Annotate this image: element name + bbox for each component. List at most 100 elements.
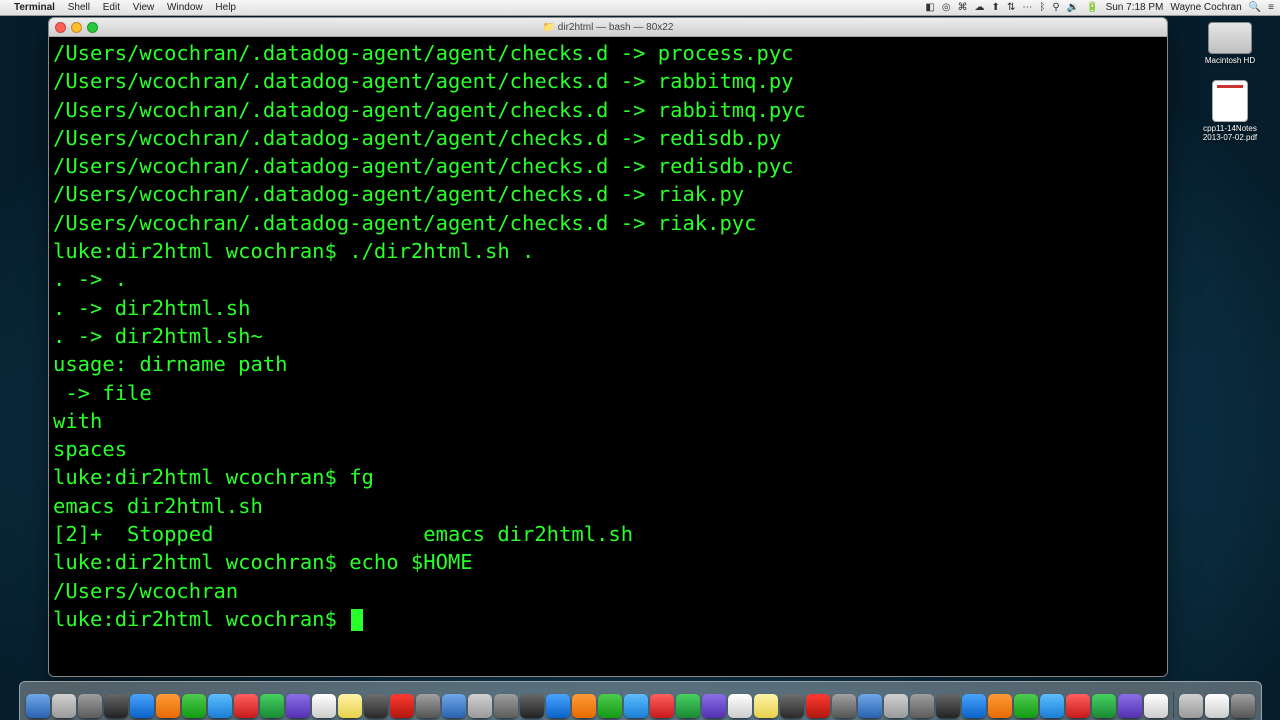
bluetooth-icon[interactable]: ᛒ xyxy=(1039,2,1045,13)
menuextra-icon[interactable]: ☁ xyxy=(975,2,985,13)
clock[interactable]: Sun 7:18 PM xyxy=(1106,2,1164,13)
dock xyxy=(19,681,1262,720)
dock-area xyxy=(0,682,1280,720)
dock-app-sublime[interactable] xyxy=(858,694,882,718)
terminal-content[interactable]: /Users/wcochran/.datadog-agent/agent/che… xyxy=(49,37,1167,676)
dock-app-twitter[interactable] xyxy=(338,694,362,718)
desktop-icon-label: Macintosh HD xyxy=(1198,56,1262,65)
dock-app-firefox[interactable] xyxy=(156,694,180,718)
menu-extras: ◧ ◎ ⌘ ☁ ⬆ ⇅ ⋯ ᛒ ⚲ 🔉 🔋 Sun 7:18 PM Wayne … xyxy=(925,2,1274,13)
menuextra-icon[interactable]: ⇅ xyxy=(1007,2,1015,13)
dock-app-kindle[interactable] xyxy=(1014,694,1038,718)
terminal-line: -> file xyxy=(53,379,1163,407)
dock-app-keynote[interactable] xyxy=(572,694,596,718)
terminal-line: /Users/wcochran/.datadog-agent/agent/che… xyxy=(53,209,1163,237)
minimize-button[interactable] xyxy=(71,22,82,33)
dock-app-chrome[interactable] xyxy=(182,694,206,718)
dock-app-disk[interactable] xyxy=(1092,694,1116,718)
menu-shell[interactable]: Shell xyxy=(68,2,90,13)
dock-app-steam[interactable] xyxy=(780,694,804,718)
dock-app-vlc[interactable] xyxy=(702,694,726,718)
desktop-icon-macintosh-hd[interactable]: Macintosh HD xyxy=(1198,22,1262,65)
battery-icon[interactable]: 🔋 xyxy=(1086,2,1098,13)
terminal-line: luke:dir2html wcochran$ fg xyxy=(53,463,1163,491)
window-title: 📁 dir2html — bash — 80x22 xyxy=(49,22,1167,33)
terminal-line: luke:dir2html wcochran$ xyxy=(53,605,1163,633)
window-titlebar[interactable]: 📁 dir2html — bash — 80x22 xyxy=(49,18,1167,37)
zoom-button[interactable] xyxy=(87,22,98,33)
dock-app-messages[interactable] xyxy=(208,694,232,718)
app-name[interactable]: Terminal xyxy=(14,2,55,13)
pdf-file-icon xyxy=(1212,80,1248,122)
dock-app-vscode[interactable] xyxy=(910,694,934,718)
terminal-line: with xyxy=(53,407,1163,435)
terminal-line: [2]+ Stopped emacs dir2html.sh xyxy=(53,520,1163,548)
dock-app-sourcetree[interactable] xyxy=(754,694,778,718)
menu-edit[interactable]: Edit xyxy=(103,2,120,13)
menuextra-icon[interactable]: ⌘ xyxy=(958,2,968,13)
terminal-line: . -> dir2html.sh xyxy=(53,294,1163,322)
dock-app-map[interactable] xyxy=(598,694,622,718)
terminal-line: /Users/wcochran/.datadog-agent/agent/che… xyxy=(53,67,1163,95)
menuextra-icon[interactable]: ⬆ xyxy=(992,2,1000,13)
terminal-line: /Users/wcochran xyxy=(53,577,1163,605)
dock-app-parallels[interactable] xyxy=(1118,694,1142,718)
spotlight-icon[interactable]: 🔍 xyxy=(1249,2,1261,13)
terminal-line: /Users/wcochran/.datadog-agent/agent/che… xyxy=(53,152,1163,180)
wifi-icon[interactable]: ⚲ xyxy=(1052,2,1059,13)
menuextra-icon[interactable]: ◧ xyxy=(925,2,934,13)
menu-help[interactable]: Help xyxy=(215,2,236,13)
dock-app-launchpad[interactable] xyxy=(52,694,76,718)
dock-app-photos[interactable] xyxy=(494,694,518,718)
proxy-icon[interactable]: 📁 xyxy=(543,22,555,33)
desktop-icon-pdf[interactable]: cpp11-14Notes 2013-07-02.pdf xyxy=(1198,80,1262,142)
dock-app-safari[interactable] xyxy=(130,694,154,718)
user-name[interactable]: Wayne Cochran xyxy=(1170,2,1241,13)
terminal-line: . -> . xyxy=(53,265,1163,293)
dock-app-pages[interactable] xyxy=(520,694,544,718)
terminal-line: emacs dir2html.sh xyxy=(53,492,1163,520)
notification-center-icon[interactable]: ≡ xyxy=(1268,2,1274,13)
dock-app-textmate[interactable] xyxy=(676,694,700,718)
window-controls xyxy=(55,22,98,33)
close-button[interactable] xyxy=(55,22,66,33)
dock-app-mail[interactable] xyxy=(286,694,310,718)
dock-app-ical[interactable] xyxy=(650,694,674,718)
dock-app-slack[interactable] xyxy=(988,694,1012,718)
menu-view[interactable]: View xyxy=(133,2,155,13)
terminal-line: /Users/wcochran/.datadog-agent/agent/che… xyxy=(53,124,1163,152)
dock-app-atom[interactable] xyxy=(884,694,908,718)
dock-documents[interactable] xyxy=(1205,694,1229,718)
menuextra-icon[interactable]: ⋯ xyxy=(1022,2,1032,13)
menu-window[interactable]: Window xyxy=(167,2,203,13)
dock-app-aperture[interactable] xyxy=(624,694,648,718)
dock-app-notes[interactable] xyxy=(390,694,414,718)
dock-app-transmit[interactable] xyxy=(1040,694,1064,718)
dock-app-preview[interactable] xyxy=(442,694,466,718)
dock-app-bbedit[interactable] xyxy=(312,694,336,718)
dock-app-evernote[interactable] xyxy=(936,694,960,718)
dock-app-github[interactable] xyxy=(728,694,752,718)
dock-app-eclipse[interactable] xyxy=(832,694,856,718)
dock-app-appstore[interactable] xyxy=(78,694,102,718)
dock-trash[interactable] xyxy=(1231,694,1255,718)
menuextra-icon[interactable]: ◎ xyxy=(942,2,951,13)
dock-downloads[interactable] xyxy=(1179,694,1203,718)
terminal-line: luke:dir2html wcochran$ echo $HOME xyxy=(53,548,1163,576)
volume-icon[interactable]: 🔉 xyxy=(1067,2,1079,13)
terminal-window: 📁 dir2html — bash — 80x22 /Users/wcochra… xyxy=(48,17,1168,677)
dock-app-cyberduck[interactable] xyxy=(1066,694,1090,718)
dock-app-calendar[interactable] xyxy=(364,694,388,718)
terminal-line: luke:dir2html wcochran$ ./dir2html.sh . xyxy=(53,237,1163,265)
dock-app-spotify[interactable] xyxy=(962,694,986,718)
dock-app-screenflow[interactable] xyxy=(1144,694,1168,718)
dock-app-finder[interactable] xyxy=(26,694,50,718)
dock-app-terminal[interactable] xyxy=(104,694,128,718)
dock-app-dropbox[interactable] xyxy=(260,694,284,718)
dock-app-numbers[interactable] xyxy=(546,694,570,718)
dock-app-reminders[interactable] xyxy=(416,694,440,718)
app-menus: Terminal Shell Edit View Window Help xyxy=(14,2,246,13)
dock-app-skype[interactable] xyxy=(234,694,258,718)
dock-app-xcode[interactable] xyxy=(806,694,830,718)
dock-app-itunes[interactable] xyxy=(468,694,492,718)
